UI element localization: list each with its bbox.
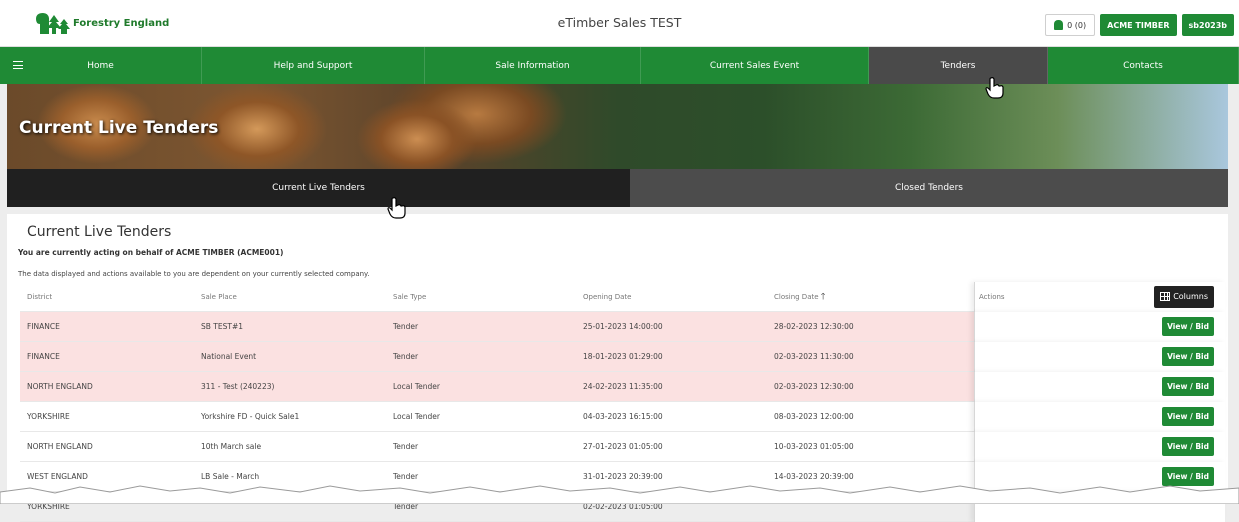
- cell-sale-place: Yorkshire FD - Quick Sale1: [201, 412, 300, 421]
- header-actions-label: Actions: [979, 292, 1005, 301]
- table-row: FINANCE SB TEST#1 Tender 25-01-2023 14:0…: [20, 311, 1225, 342]
- tab-current-live-tenders[interactable]: Current Live Tenders: [7, 169, 630, 207]
- cell-actions: View / Bid: [974, 371, 1225, 402]
- header-sale-place[interactable]: Sale Place: [201, 293, 393, 301]
- nav-item-help-support[interactable]: Help and Support: [202, 47, 425, 84]
- cell-district: NORTH ENGLAND: [27, 442, 93, 451]
- view-bid-button[interactable]: View / Bid: [1162, 466, 1214, 486]
- hand-cursor-icon: [387, 197, 406, 219]
- content-panel: Current Live Tenders You are currently a…: [7, 214, 1228, 522]
- cell-sale-place: 311 - Test (240223): [201, 382, 275, 391]
- company-button[interactable]: ACME TIMBER: [1100, 14, 1177, 36]
- cell-sale-place: National Event: [201, 352, 257, 361]
- cell-closing-date: 14-03-2023 20:39:00: [774, 472, 854, 481]
- cell-opening-date: 31-01-2023 20:39:00: [583, 472, 663, 481]
- cell-closing-date: 10-03-2023 01:05:00: [774, 442, 854, 451]
- cell-opening-date: 27-01-2023 01:05:00: [583, 442, 663, 451]
- banner-title: Current Live Tenders: [19, 118, 219, 138]
- top-actions: 0 (0) ACME TIMBER sb2023b: [1045, 14, 1234, 36]
- header-opening-date[interactable]: Opening Date: [583, 293, 774, 301]
- columns-button-label: Columns: [1173, 292, 1208, 301]
- tab-closed-tenders[interactable]: Closed Tenders: [630, 169, 1228, 207]
- view-bid-button[interactable]: View / Bid: [1162, 406, 1214, 426]
- header-sale-type[interactable]: Sale Type: [393, 293, 583, 301]
- header-closing-date-label: Closing Date: [774, 292, 819, 301]
- table-row: NORTH ENGLAND 10th March sale Tender 27-…: [20, 431, 1225, 462]
- nav-item-sale-information[interactable]: Sale Information: [425, 47, 641, 84]
- cell-opening-date: 04-03-2023 16:15:00: [583, 412, 663, 421]
- hand-cursor-icon: [985, 77, 1004, 99]
- view-bid-button[interactable]: View / Bid: [1162, 316, 1214, 336]
- main-nav: Home Help and Support Sale Information C…: [0, 47, 1239, 84]
- cell-district: FINANCE: [27, 322, 60, 331]
- hero-banner: Current Live Tenders: [7, 84, 1228, 169]
- torn-edge: [0, 485, 1239, 504]
- cell-sale-place: 10th March sale: [201, 442, 262, 451]
- header-closing-date[interactable]: Closing Date 🡑: [774, 289, 974, 305]
- sort-up-icon: 🡑: [820, 291, 826, 302]
- top-header: Forestry England eTimber Sales TEST 0 (0…: [0, 0, 1239, 47]
- section-title: Current Live Tenders: [27, 224, 172, 240]
- cell-actions: View / Bid: [974, 401, 1225, 432]
- grid-icon: [1160, 292, 1171, 301]
- cell-sale-type: Local Tender: [393, 382, 440, 391]
- data-note: The data displayed and actions available…: [18, 270, 370, 278]
- cell-closing-date: 08-03-2023 12:00:00: [774, 412, 854, 421]
- cell-opening-date: 18-01-2023 01:29:00: [583, 352, 663, 361]
- acting-on-behalf-text: You are currently acting on behalf of AC…: [18, 248, 284, 257]
- view-bid-button[interactable]: View / Bid: [1162, 376, 1214, 396]
- nav-item-tenders[interactable]: Tenders: [869, 47, 1048, 84]
- cell-closing-date: 28-02-2023 12:30:00: [774, 322, 854, 331]
- columns-button[interactable]: Columns: [1154, 285, 1214, 308]
- cell-actions: View / Bid: [974, 341, 1225, 372]
- view-bid-button[interactable]: View / Bid: [1162, 436, 1214, 456]
- tender-tabs: Current Live Tenders Closed Tenders: [7, 169, 1228, 207]
- cell-sale-place: SB TEST#1: [201, 322, 244, 331]
- cell-district: WEST ENGLAND: [27, 472, 88, 481]
- bell-icon: [1054, 20, 1064, 30]
- nav-item-home[interactable]: Home: [0, 47, 202, 84]
- nav-item-contacts[interactable]: Contacts: [1048, 47, 1239, 84]
- cell-sale-place: LB Sale - March: [201, 472, 260, 481]
- cell-district: YORKSHIRE: [27, 412, 70, 421]
- cell-sale-type: Tender: [393, 322, 419, 331]
- nav-item-current-sales-event[interactable]: Current Sales Event: [641, 47, 869, 84]
- cell-district: NORTH ENGLAND: [27, 382, 93, 391]
- cell-actions: View / Bid: [974, 431, 1225, 462]
- cell-opening-date: 24-02-2023 11:35:00: [583, 382, 663, 391]
- table-row: NORTH ENGLAND 311 - Test (240223) Local …: [20, 371, 1225, 402]
- view-bid-button[interactable]: View / Bid: [1162, 346, 1214, 366]
- header-actions: Actions Columns: [974, 281, 1225, 312]
- cell-district: FINANCE: [27, 352, 60, 361]
- cell-sale-type: Local Tender: [393, 412, 440, 421]
- table-header-row: District Sale Place Sale Type Opening Da…: [20, 281, 1225, 312]
- cell-sale-type: Tender: [393, 472, 419, 481]
- cell-opening-date: 25-01-2023 14:00:00: [583, 322, 663, 331]
- table-row: YORKSHIRE Yorkshire FD - Quick Sale1 Loc…: [20, 401, 1225, 432]
- cell-actions: View / Bid: [974, 311, 1225, 342]
- cell-sale-type: Tender: [393, 442, 419, 451]
- cell-closing-date: 02-03-2023 11:30:00: [774, 352, 854, 361]
- header-district[interactable]: District: [20, 293, 201, 301]
- menu-icon[interactable]: [13, 61, 23, 69]
- notifications-button[interactable]: 0 (0): [1045, 14, 1096, 36]
- cell-closing-date: 02-03-2023 12:30:00: [774, 382, 854, 391]
- table-row: FINANCE National Event Tender 18-01-2023…: [20, 341, 1225, 372]
- cell-sale-type: Tender: [393, 352, 419, 361]
- user-button[interactable]: sb2023b: [1181, 14, 1234, 36]
- notifications-count: 0 (0): [1067, 20, 1087, 30]
